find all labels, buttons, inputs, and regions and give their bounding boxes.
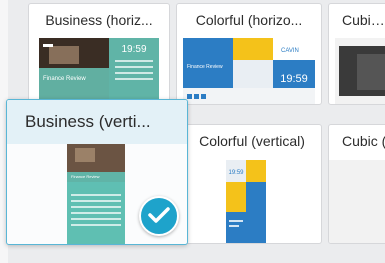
svg-text:CAVIN: CAVIN bbox=[281, 48, 299, 54]
template-title: Cubic ( bbox=[342, 133, 385, 149]
colorful-horizontal-thumbnail: 19:59 Finance Review CAVIN bbox=[183, 38, 315, 104]
svg-text:19:59: 19:59 bbox=[121, 44, 146, 55]
checkmark-icon bbox=[139, 196, 179, 236]
template-card-cubic-horizontal[interactable]: Cubic (h bbox=[328, 3, 385, 105]
template-title: Colorful (vertical) bbox=[199, 133, 305, 149]
svg-text:Finance Review: Finance Review bbox=[43, 76, 86, 82]
colorful-vertical-thumbnail: 19:59 bbox=[226, 160, 266, 243]
template-title: Business (horiz... bbox=[45, 12, 153, 28]
template-card-business-vertical-selected[interactable]: Business (verti... Finance Review bbox=[6, 99, 188, 245]
svg-text:Finance Review: Finance Review bbox=[71, 174, 100, 179]
template-card-business-horizontal[interactable]: Business (horiz... 19:59 Finance Review bbox=[28, 3, 170, 105]
template-card-cubic-vertical[interactable]: Cubic ( bbox=[328, 124, 385, 244]
business-vertical-thumbnail: Finance Review bbox=[67, 144, 125, 244]
template-card-colorful-horizontal[interactable]: Colorful (horizo... 19:59 Finance Review… bbox=[176, 3, 322, 105]
svg-text:Finance Review: Finance Review bbox=[187, 64, 223, 70]
template-card-colorful-vertical[interactable]: Colorful (vertical) 19:59 bbox=[170, 124, 322, 244]
template-title: Business (verti... bbox=[7, 100, 187, 144]
cubic-horizontal-thumbnail bbox=[335, 38, 385, 104]
svg-text:19:59: 19:59 bbox=[228, 170, 244, 176]
cubic-vertical-thumbnail bbox=[329, 160, 385, 243]
business-horizontal-thumbnail: 19:59 Finance Review bbox=[39, 38, 159, 104]
template-title: Colorful (horizo... bbox=[195, 12, 303, 28]
template-title: Cubic (h bbox=[342, 12, 385, 28]
svg-text:19:59: 19:59 bbox=[280, 73, 308, 85]
